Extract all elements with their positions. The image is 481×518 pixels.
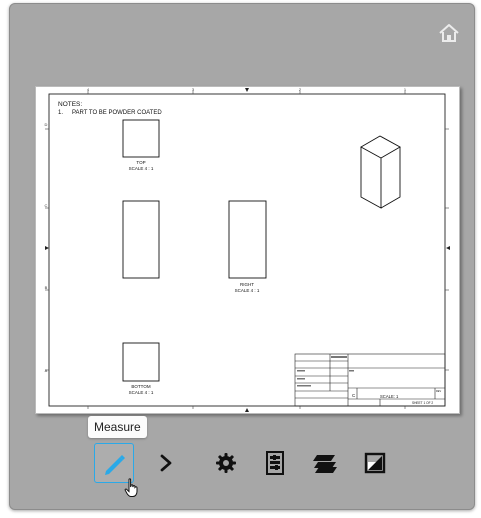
isometric-view bbox=[360, 135, 401, 209]
bottom-view bbox=[122, 342, 160, 382]
zone-col-3: 3 bbox=[192, 87, 195, 92]
title-size: C bbox=[352, 393, 356, 398]
drawing-canvas: 4 3 2 1 D C B A NOTES: 1. PART TO BE POW… bbox=[35, 86, 460, 414]
gear-icon bbox=[216, 453, 236, 473]
note-1-number: 1. bbox=[58, 110, 63, 116]
drawing-frame bbox=[48, 93, 446, 407]
zone-row-d: D bbox=[45, 122, 48, 127]
zone-col-4: 4 bbox=[87, 87, 90, 92]
notes-title: NOTES: bbox=[58, 101, 82, 108]
pencil-ruler-icon bbox=[105, 455, 125, 475]
bottom-view-label: BOTTOM bbox=[131, 384, 150, 389]
viewer-toolbar bbox=[84, 443, 386, 487]
front-view bbox=[122, 200, 160, 279]
explode-button[interactable] bbox=[146, 443, 186, 483]
right-view-label: RIGHT bbox=[240, 282, 254, 287]
title-sheet: SHEET 1 OF 2 bbox=[412, 401, 433, 405]
measure-button[interactable] bbox=[94, 443, 134, 483]
title-scale: SCALE: 1 bbox=[380, 394, 399, 399]
zone-col-2: 2 bbox=[299, 87, 302, 92]
top-view-label: TOP bbox=[136, 160, 145, 165]
layers-icon bbox=[313, 455, 337, 473]
title-rev: REV bbox=[436, 390, 441, 393]
expand-icon bbox=[364, 452, 386, 474]
sliders-icon bbox=[266, 451, 284, 475]
fullscreen-button[interactable] bbox=[355, 443, 395, 483]
zone-row-a: A bbox=[45, 368, 48, 373]
home-icon bbox=[439, 24, 459, 42]
right-view bbox=[228, 200, 267, 279]
bottom-view-scale: SCALE 4 : 1 bbox=[129, 390, 154, 395]
top-view bbox=[122, 119, 160, 158]
right-view-scale: SCALE 4 : 1 bbox=[235, 288, 260, 293]
zone-col-1: 1 bbox=[404, 87, 407, 92]
title-block bbox=[294, 353, 446, 407]
properties-button[interactable] bbox=[255, 443, 295, 483]
home-button[interactable] bbox=[437, 21, 461, 45]
settings-button[interactable] bbox=[206, 443, 246, 483]
top-view-scale: SCALE 4 : 1 bbox=[129, 166, 154, 171]
chevron-right-icon bbox=[160, 454, 172, 472]
zone-row-c: C bbox=[45, 203, 48, 208]
note-1-text: PART TO BE POWDER COATED bbox=[72, 110, 162, 116]
sheet-paper: 4 3 2 1 D C B A NOTES: 1. PART TO BE POW… bbox=[35, 86, 460, 414]
zone-row-b: B bbox=[45, 285, 48, 290]
measure-tooltip: Measure bbox=[88, 416, 147, 438]
layers-button[interactable] bbox=[305, 443, 345, 483]
drawing-sheet[interactable]: 4 3 2 1 D C B A NOTES: 1. PART TO BE POW… bbox=[35, 86, 460, 414]
